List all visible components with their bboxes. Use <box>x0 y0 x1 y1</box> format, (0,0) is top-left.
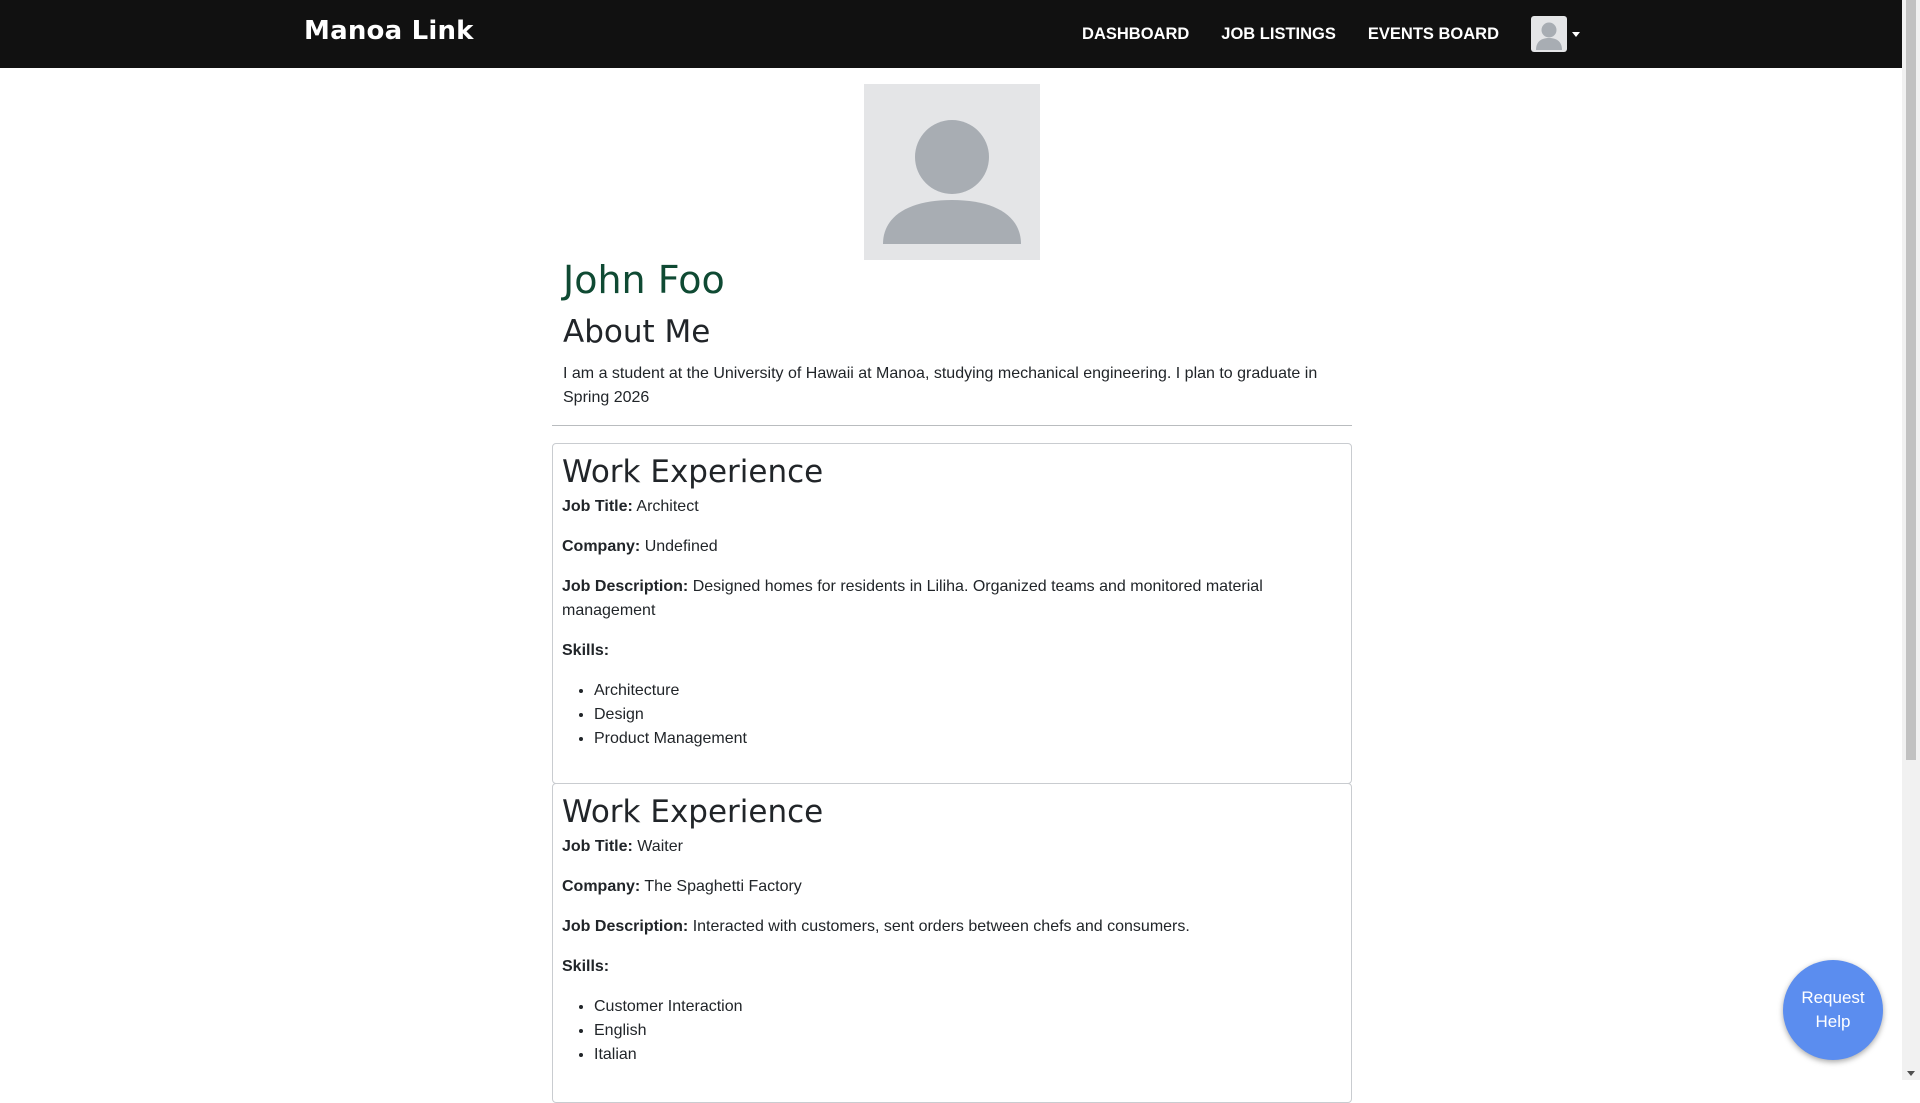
skill-item: English <box>594 1019 1342 1043</box>
scroll-down-arrow-icon[interactable] <box>1907 1071 1915 1076</box>
job-title-label: Job Title: <box>562 498 633 516</box>
job-description-field: Job Description: Interacted with custome… <box>562 915 1342 939</box>
skill-item: Product Management <box>594 727 1342 751</box>
job-description-label: Job Description: <box>562 578 689 596</box>
job-title-field: Job Title: Architect <box>562 495 1342 519</box>
work-experience-heading: Work Experience <box>562 454 824 490</box>
company-label: Company: <box>562 878 641 896</box>
job-description-value: Interacted with customers, sent orders b… <box>692 918 1190 936</box>
skills-list: Architecture Design Product Management <box>562 679 1342 751</box>
nav-link-dashboard[interactable]: DASHBOARD <box>1082 25 1189 44</box>
job-title-field: Job Title: Waiter <box>562 835 1342 859</box>
skills-field: Skills: <box>562 955 1342 979</box>
skill-item: Architecture <box>594 679 1342 703</box>
request-help-button[interactable]: Request Help <box>1783 960 1883 1060</box>
top-navbar: Manoa Link DASHBOARD JOB LISTINGS EVENTS… <box>0 0 1902 68</box>
nav-links: DASHBOARD JOB LISTINGS EVENTS BOARD <box>1050 0 1580 68</box>
skill-item: Italian <box>594 1043 1342 1067</box>
job-title-label: Job Title: <box>562 838 633 856</box>
company-value: The Spaghetti Factory <box>644 878 802 896</box>
company-field: Company: The Spaghetti Factory <box>562 875 1342 899</box>
about-heading: About Me <box>563 314 711 350</box>
work-experience-heading: Work Experience <box>562 794 824 830</box>
job-title-value: Architect <box>636 498 699 516</box>
about-text: I am a student at the University of Hawa… <box>563 365 1318 406</box>
nav-link-events-board[interactable]: EVENTS BOARD <box>1368 25 1499 44</box>
section-divider <box>552 425 1352 426</box>
skill-item: Customer Interaction <box>594 995 1342 1019</box>
job-description-label: Job Description: <box>562 918 689 936</box>
profile-photo-placeholder-icon <box>864 84 1040 260</box>
skills-label: Skills: <box>562 642 610 660</box>
skill-item: Design <box>594 703 1342 727</box>
company-label: Company: <box>562 538 641 556</box>
nav-link-job-listings[interactable]: JOB LISTINGS <box>1221 25 1336 44</box>
user-avatar-icon <box>1531 16 1567 52</box>
company-field: Company: Undefined <box>562 535 1342 559</box>
user-menu-toggle[interactable] <box>1531 16 1580 52</box>
skills-field: Skills: <box>562 639 1342 663</box>
page-scrollbar[interactable] <box>1902 0 1920 1080</box>
scrollbar-thumb[interactable] <box>1906 0 1916 760</box>
job-description-field: Job Description: Designed homes for resi… <box>562 575 1342 623</box>
job-title-value: Waiter <box>637 838 683 856</box>
skills-label: Skills: <box>562 958 610 976</box>
brand-logo[interactable]: Manoa Link <box>304 16 474 46</box>
work-experience-card: Work Experience Job Title: Architect Com… <box>552 443 1352 784</box>
work-experience-card: Work Experience Job Title: Waiter Compan… <box>552 783 1352 1103</box>
profile-name: John Foo <box>563 258 725 302</box>
company-value: Undefined <box>644 538 718 556</box>
skills-list: Customer Interaction English Italian <box>562 995 1342 1067</box>
chevron-down-icon <box>1572 31 1580 37</box>
